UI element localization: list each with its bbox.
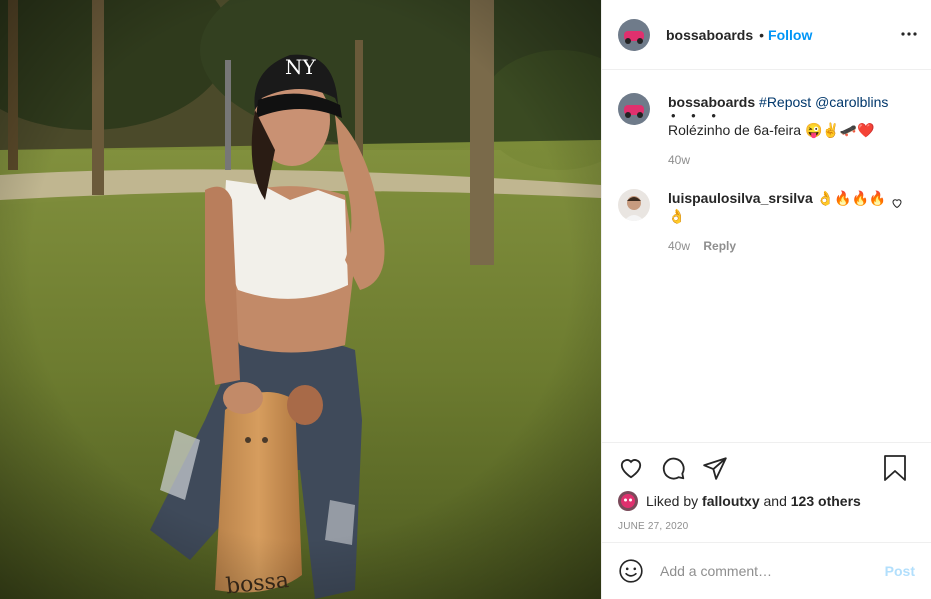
- caption-text: Rolézinho de 6a-feira 😜✌️🛹❤️: [668, 122, 875, 138]
- comment-time[interactable]: 40w: [668, 239, 690, 253]
- follow-button[interactable]: Follow: [768, 27, 812, 43]
- likes-summary: Liked by falloutxy and 123 others: [618, 491, 915, 511]
- emoji-icon[interactable]: [618, 558, 644, 584]
- heart-icon[interactable]: [618, 455, 644, 481]
- likes-conj: and: [763, 493, 787, 509]
- comment-meta: 40w Reply: [668, 237, 898, 255]
- comment-like-heart-icon[interactable]: [891, 196, 903, 212]
- post-side-panel: bossaboards • Follow bossaboards #Repost…: [601, 0, 931, 599]
- author-username[interactable]: bossaboards: [666, 27, 753, 43]
- caption-dots: • • •: [671, 108, 722, 123]
- caption-meta: 40w: [668, 151, 898, 169]
- post-photo[interactable]: NY bossa: [0, 0, 601, 599]
- author-avatar[interactable]: [618, 18, 650, 51]
- comment-icon[interactable]: [660, 455, 686, 481]
- separator-dot: •: [759, 26, 765, 43]
- caption-avatar[interactable]: [618, 93, 650, 125]
- liker-avatar[interactable]: [618, 491, 638, 511]
- reply-button[interactable]: Reply: [703, 239, 736, 253]
- post-date[interactable]: JUNE 27, 2020: [618, 521, 915, 532]
- likes-prefix: Liked by: [646, 493, 699, 509]
- send-icon[interactable]: [702, 455, 728, 481]
- action-icons: [618, 443, 915, 491]
- comments-list[interactable]: bossaboards #Repost @carolblins • • • Ro…: [602, 71, 931, 442]
- comment-input[interactable]: [660, 563, 885, 579]
- likes-user[interactable]: falloutxy: [702, 493, 760, 509]
- add-comment-bar: Post: [602, 542, 931, 599]
- caption-time[interactable]: 40w: [668, 153, 690, 167]
- caption-hashtag[interactable]: #Repost @carolblins: [759, 94, 888, 110]
- caption: bossaboards #Repost @carolblins • • • Ro…: [618, 93, 915, 169]
- comment-item: luispaulosilva_srsilva 👌🔥🔥🔥👌 40w Reply: [618, 189, 915, 255]
- post-comment-button[interactable]: Post: [885, 563, 915, 579]
- post-actions: Liked by falloutxy and 123 others JUNE 2…: [602, 442, 931, 542]
- caption-body: bossaboards #Repost @carolblins • • • Ro…: [668, 93, 898, 169]
- comment-body: luispaulosilva_srsilva 👌🔥🔥🔥👌 40w Reply: [668, 189, 898, 255]
- post-image: NY bossa: [0, 0, 601, 599]
- post-header: bossaboards • Follow: [602, 0, 931, 70]
- more-horizontal-icon[interactable]: [899, 24, 919, 44]
- likes-others[interactable]: 123 others: [791, 493, 861, 509]
- comment-username[interactable]: luispaulosilva_srsilva: [668, 190, 813, 206]
- commenter-avatar[interactable]: [618, 189, 650, 221]
- bookmark-icon[interactable]: [883, 455, 907, 484]
